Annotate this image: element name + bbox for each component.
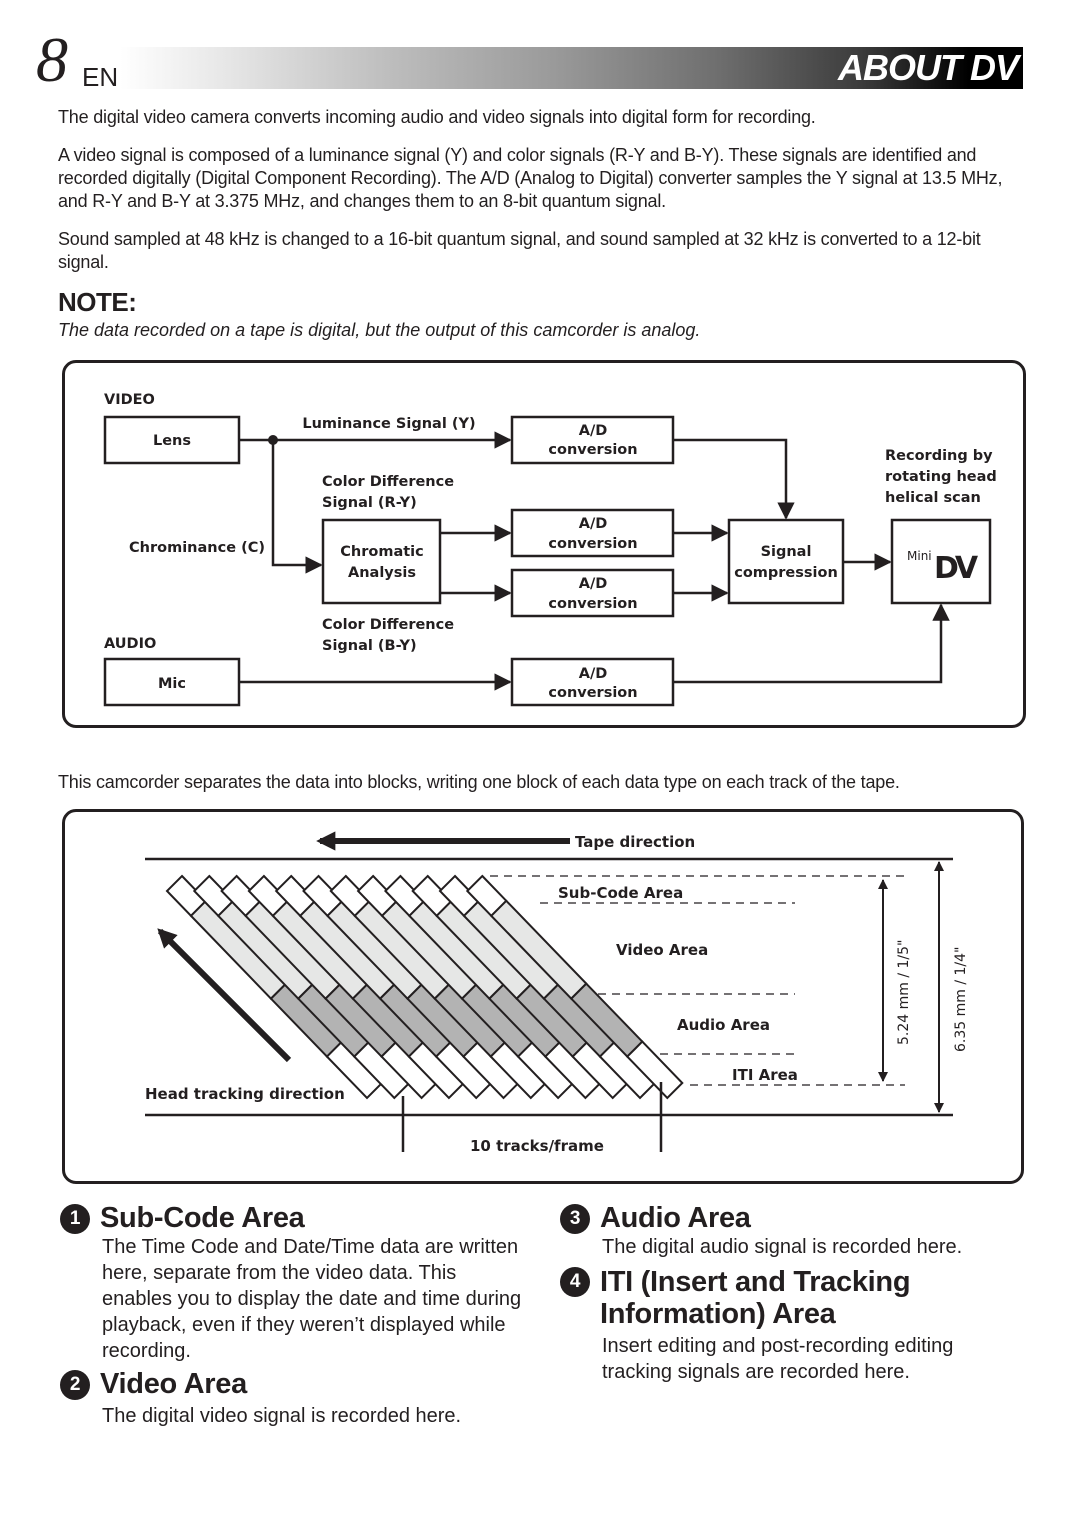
number-badge-icon: 3: [560, 1204, 590, 1234]
video-area-label: Video Area: [616, 941, 708, 959]
section-body: The digital video signal is recorded her…: [102, 1405, 462, 1427]
track-width-label: 5.24 mm / 1/5": [896, 940, 912, 1046]
subcode-area-label: Sub-Code Area: [558, 884, 683, 902]
section-subcode: 1 Sub-Code Area The Time Code and Date/Ti…: [60, 1202, 530, 1364]
audio-area-label: Audio Area: [677, 1016, 770, 1034]
section-title: Sub-Code Area: [100, 1202, 305, 1234]
iti-area-label: ITI Area: [732, 1066, 798, 1084]
section-body: The Time Code and Date/Time data are wri…: [102, 1236, 522, 1362]
section-title: ITI (Insert and Tracking Information) Ar…: [600, 1266, 911, 1330]
head-tracking-label: Head tracking direction: [145, 1085, 345, 1103]
section-title: Video Area: [100, 1368, 247, 1400]
tracks-group: [165, 874, 684, 1100]
number-badge-icon: 2: [60, 1370, 90, 1400]
section-video: 2 Video Area The digital video signal is …: [60, 1368, 530, 1429]
tape-direction-label: Tape direction: [575, 833, 695, 851]
tape-width-label: 6.35 mm / 1/4": [953, 947, 969, 1053]
number-badge-icon: 1: [60, 1204, 90, 1234]
section-body: The digital audio signal is recorded her…: [602, 1236, 963, 1258]
track-diagram: Tape direction Head tracking direction S…: [145, 831, 969, 1155]
section-title: Audio Area: [600, 1202, 751, 1234]
number-badge-icon: 4: [560, 1267, 590, 1297]
section-body: Insert editing and post-recording editin…: [602, 1335, 954, 1383]
tracks-per-frame-label: 10 tracks/frame: [470, 1137, 604, 1155]
section-iti: 4 ITI (Insert and Tracking Information) A…: [560, 1266, 1020, 1385]
section-audio: 3 Audio Area The digital audio signal is …: [560, 1202, 1020, 1260]
